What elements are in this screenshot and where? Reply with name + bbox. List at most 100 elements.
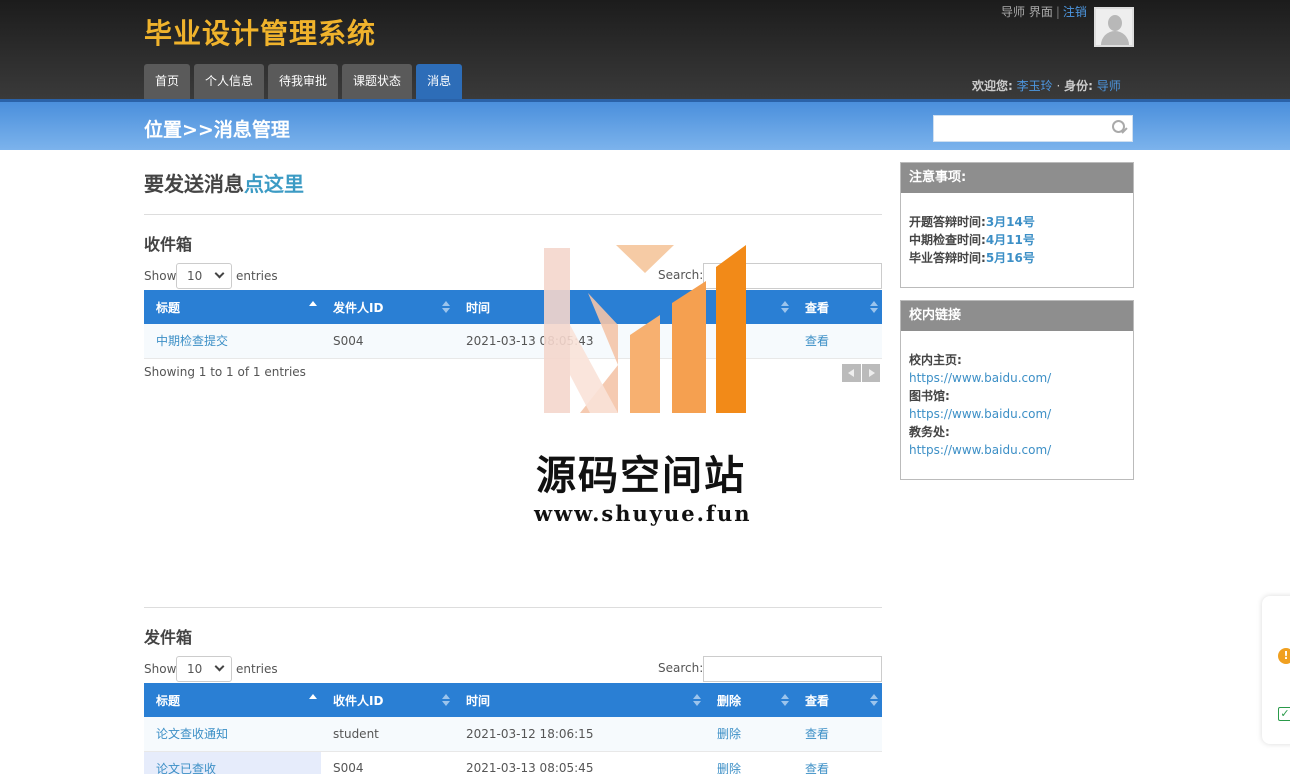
inbox-title: 收件箱	[144, 235, 193, 254]
identity-link[interactable]: 导师	[1097, 79, 1121, 93]
col-label: 时间	[466, 693, 491, 708]
view-link[interactable]: 查看	[805, 334, 829, 348]
inbox-col-time[interactable]: 时间	[454, 290, 705, 324]
inbox-table: 标题 发件人ID 时间 查看 中期检查提交 S004 2021-03-13 08…	[144, 290, 882, 359]
welcome-label: 欢迎您:	[972, 79, 1013, 93]
outbox-col-delete[interactable]: 删除	[705, 683, 793, 717]
inbox-col-sender[interactable]: 发件人ID	[321, 290, 454, 324]
message-title-link[interactable]: 论文查收通知	[156, 727, 228, 741]
table-row: 论文已查收 S004 2021-03-13 08:05:45 删除 查看	[144, 751, 882, 774]
link-label: 图书馆:	[909, 389, 950, 403]
outbox-col-time[interactable]: 时间	[454, 683, 705, 717]
inbox-pager	[842, 364, 880, 382]
links-panel-title: 校内链接	[901, 301, 1133, 331]
warning-icon[interactable]: !	[1278, 648, 1290, 664]
message-title-link[interactable]: 中期检查提交	[156, 334, 228, 348]
message-time: 2021-03-13 08:05:43	[454, 324, 705, 359]
sort-icon	[781, 694, 789, 706]
outbox-length-value: 10	[187, 662, 203, 676]
outbox-entries-label: entries	[236, 662, 278, 676]
global-search-input[interactable]	[933, 115, 1133, 142]
delete-link[interactable]: 删除	[717, 727, 741, 741]
view-link[interactable]: 查看	[805, 762, 829, 774]
academic-affairs-link[interactable]: https://www.baidu.com/	[909, 441, 1125, 459]
sort-asc-icon	[309, 694, 317, 706]
sort-icon	[870, 301, 878, 313]
outbox-col-receiver[interactable]: 收件人ID	[321, 683, 454, 717]
divider	[144, 214, 882, 215]
campus-home-link[interactable]: https://www.baidu.com/	[909, 369, 1125, 387]
col-label: 查看	[805, 300, 830, 315]
library-link[interactable]: https://www.baidu.com/	[909, 405, 1125, 423]
inbox-info: Showing 1 to 1 of 1 entries	[144, 365, 306, 379]
search-icon[interactable]	[1112, 120, 1125, 133]
sort-icon	[442, 694, 450, 706]
sort-icon	[693, 694, 701, 706]
col-label: 删除	[717, 693, 742, 708]
page-title: 位置>>消息管理	[144, 119, 290, 141]
inbox-col-view[interactable]: 查看	[793, 290, 882, 324]
role-interface-label: 导师 界面	[1001, 5, 1053, 19]
notice-panel-title: 注意事项:	[901, 163, 1133, 193]
col-label: 收件人ID	[333, 693, 384, 708]
message-title-link[interactable]: 论文已查收	[156, 762, 216, 774]
notice-value: 4月11号	[985, 233, 1035, 247]
outbox-search-input[interactable]	[703, 656, 882, 682]
floating-widget[interactable]: ! ✓	[1262, 596, 1290, 744]
outbox-length-select[interactable]: 10	[176, 656, 232, 682]
divider	[144, 607, 882, 608]
chevron-down-icon	[214, 661, 225, 672]
logout-link[interactable]: 注销	[1063, 5, 1087, 19]
sort-asc-icon	[309, 301, 317, 313]
app-logo: 毕业设计管理系统	[144, 17, 377, 50]
app-header: 毕业设计管理系统 首页 个人信息 待我审批 课题状态 消息 导师 界面 | 注销 欢…	[0, 0, 1290, 99]
notice-item: 开题答辩时间:3月14号	[909, 213, 1125, 231]
message-time: 2021-03-12 18:06:15	[454, 717, 705, 752]
sort-icon	[693, 301, 701, 313]
delete-link[interactable]: 删除	[717, 762, 741, 774]
links-panel-body: 校内主页: https://www.baidu.com/ 图书馆: https:…	[901, 331, 1133, 471]
outbox-col-view[interactable]: 查看	[793, 683, 882, 717]
inbox-search-input[interactable]	[703, 263, 882, 289]
notice-item: 毕业答辩时间:5月16号	[909, 249, 1125, 267]
outbox-search-label: Search:	[658, 661, 704, 675]
watermark-name: 源码空间站	[536, 452, 746, 499]
col-label: 查看	[805, 693, 830, 708]
view-link[interactable]: 查看	[805, 727, 829, 741]
user-name-link[interactable]: 李玉玲	[1017, 79, 1053, 93]
checkbox-icon[interactable]: ✓	[1278, 707, 1290, 721]
inbox-length-select[interactable]: 10	[176, 263, 232, 289]
nav-tab-topic-status[interactable]: 课题状态	[342, 64, 413, 99]
links-panel: 校内链接 校内主页: https://www.baidu.com/ 图书馆: h…	[900, 300, 1134, 480]
next-page-icon[interactable]	[861, 364, 880, 382]
notice-item: 中期检查时间:4月11号	[909, 231, 1125, 249]
nav-tab-profile[interactable]: 个人信息	[194, 64, 265, 99]
watermark-url: www.shuyue.fun	[534, 501, 752, 526]
link-label: 教务处:	[909, 425, 950, 439]
location-bar: 位置>>消息管理	[0, 99, 1290, 150]
avatar[interactable]	[1094, 7, 1134, 47]
inbox-col-extra[interactable]	[705, 290, 793, 324]
send-message-link[interactable]: 点这里	[244, 172, 304, 196]
nav-tab-home[interactable]: 首页	[144, 64, 191, 99]
col-label: 标题	[156, 300, 181, 315]
outbox-col-title[interactable]: 标题	[144, 683, 321, 717]
sort-icon	[870, 694, 878, 706]
nav-tab-pending-approval[interactable]: 待我审批	[268, 64, 339, 99]
inbox-length-value: 10	[187, 269, 203, 283]
sort-icon	[442, 301, 450, 313]
link-label: 校内主页:	[909, 353, 962, 367]
outbox-show-label: Show	[144, 662, 177, 676]
col-label: 时间	[466, 300, 491, 315]
identity-label: 身份:	[1064, 79, 1093, 93]
nav-tab-messages[interactable]: 消息	[416, 64, 463, 99]
prev-page-icon[interactable]	[842, 364, 861, 382]
inbox-show-label: Show	[144, 269, 177, 283]
receiver-id: S004	[321, 751, 454, 774]
inbox-col-title[interactable]: 标题	[144, 290, 321, 324]
inbox-entries-label: entries	[236, 269, 278, 283]
notice-label: 开题答辩时间:	[909, 215, 986, 229]
message-time: 2021-03-13 08:05:45	[454, 751, 705, 774]
receiver-id: student	[321, 717, 454, 752]
col-label: 发件人ID	[333, 300, 384, 315]
